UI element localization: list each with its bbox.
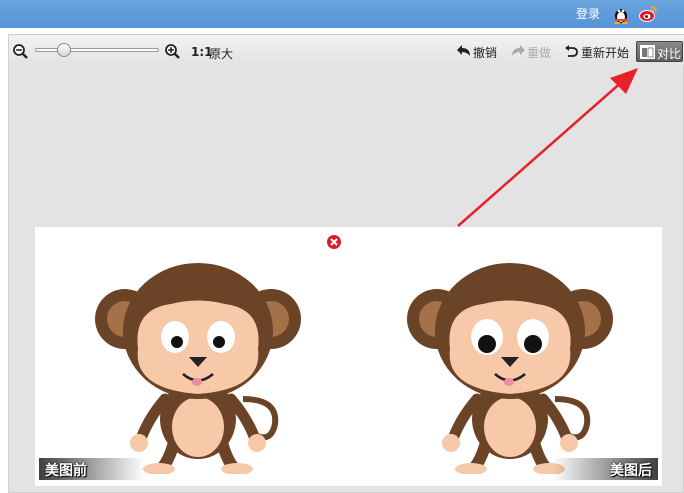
compare-button[interactable]: 对比 [636, 41, 683, 62]
zoom-in-icon[interactable] [165, 44, 180, 59]
zoom-slider[interactable] [35, 43, 159, 57]
undo-label: 撤销 [473, 46, 498, 60]
reset-arrow-icon [565, 45, 578, 57]
redo-label: 重做 [527, 46, 552, 60]
editor-toolbar: 1:1 原大 撤销 重做 重新开始 对比 [9, 35, 684, 65]
login-link[interactable]: 登录 [576, 5, 600, 22]
comparison-canvas: 美图前 美图后 [35, 227, 662, 486]
zoom-out-icon[interactable] [13, 44, 28, 59]
original-size-label[interactable]: 原大 [209, 45, 233, 62]
undo-button[interactable]: 撤销 [457, 43, 501, 61]
monkey-before-image [95, 263, 301, 474]
compare-label: 对比 [657, 47, 682, 61]
split-view-icon [640, 45, 655, 59]
redo-arrow-icon [512, 45, 525, 56]
reset-label: 重新开始 [581, 46, 630, 60]
after-label: 美图后 [552, 458, 658, 480]
zoom-slider-handle[interactable] [57, 43, 71, 57]
zoom-slider-track[interactable] [35, 48, 159, 52]
redo-button[interactable]: 重做 [511, 43, 555, 61]
reset-button[interactable]: 重新开始 [565, 43, 637, 61]
weibo-icon[interactable] [638, 4, 658, 24]
undo-arrow-icon [457, 45, 470, 56]
before-label: 美图前 [39, 458, 145, 480]
close-icon[interactable] [326, 234, 342, 250]
monkey-after-image [407, 263, 613, 474]
qq-penguin-icon[interactable] [612, 4, 630, 25]
top-header-bar: 登录 [0, 0, 684, 28]
